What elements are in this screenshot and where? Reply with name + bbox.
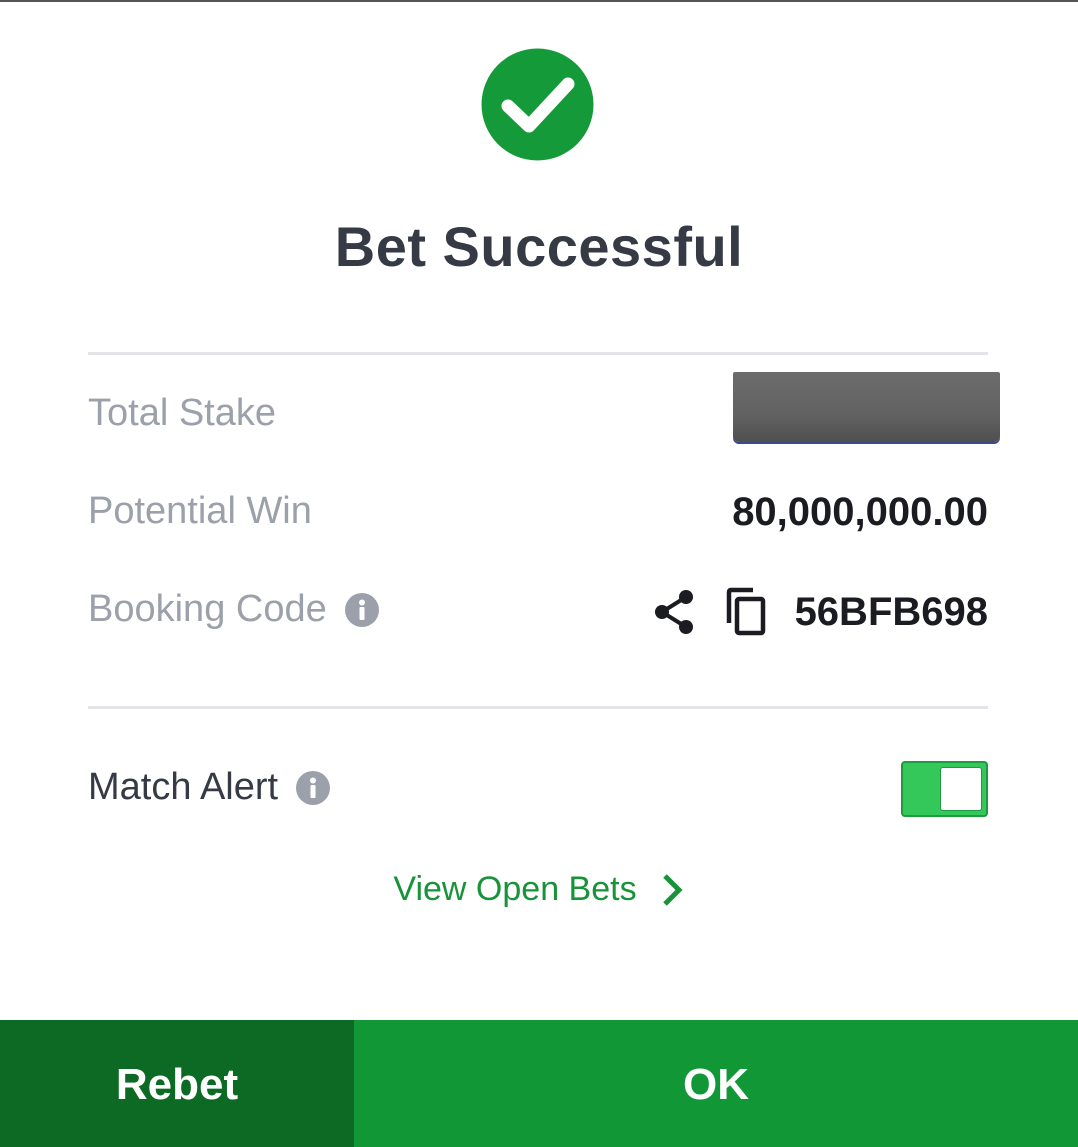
share-icon[interactable]	[651, 587, 697, 637]
bet-success-dialog: Bet Successful Total Stake Potential Win…	[0, 0, 1078, 1147]
chevron-right-icon	[662, 873, 683, 906]
total-stake-label: Total Stake	[88, 392, 276, 434]
view-open-bets-link[interactable]: View Open Bets	[0, 870, 1078, 909]
potential-win-label: Potential Win	[88, 490, 312, 532]
total-stake-value-redacted	[733, 372, 1000, 442]
rebet-button[interactable]: Rebet	[0, 1020, 354, 1147]
match-alert-row-label: Match Alert	[88, 766, 331, 809]
potential-win-value: 80,000,000.00	[732, 490, 988, 534]
booking-code-actions: 56BFB698	[651, 582, 988, 642]
divider	[88, 352, 988, 355]
divider	[88, 706, 988, 709]
view-open-bets-label: View Open Bets	[393, 870, 637, 908]
ok-button[interactable]: OK	[354, 1020, 1078, 1147]
match-alert-toggle[interactable]	[901, 761, 988, 817]
info-icon[interactable]	[296, 770, 331, 805]
booking-code-label: Booking Code	[88, 588, 327, 630]
match-alert-label: Match Alert	[88, 766, 279, 808]
page-title: Bet Successful	[334, 215, 744, 278]
booking-code-value: 56BFB698	[794, 589, 988, 634]
booking-code-row-label: Booking Code	[88, 588, 379, 631]
check-circle-icon	[481, 48, 594, 161]
info-icon[interactable]	[344, 592, 379, 627]
toggle-knob	[941, 768, 981, 810]
copy-icon[interactable]	[723, 587, 769, 637]
